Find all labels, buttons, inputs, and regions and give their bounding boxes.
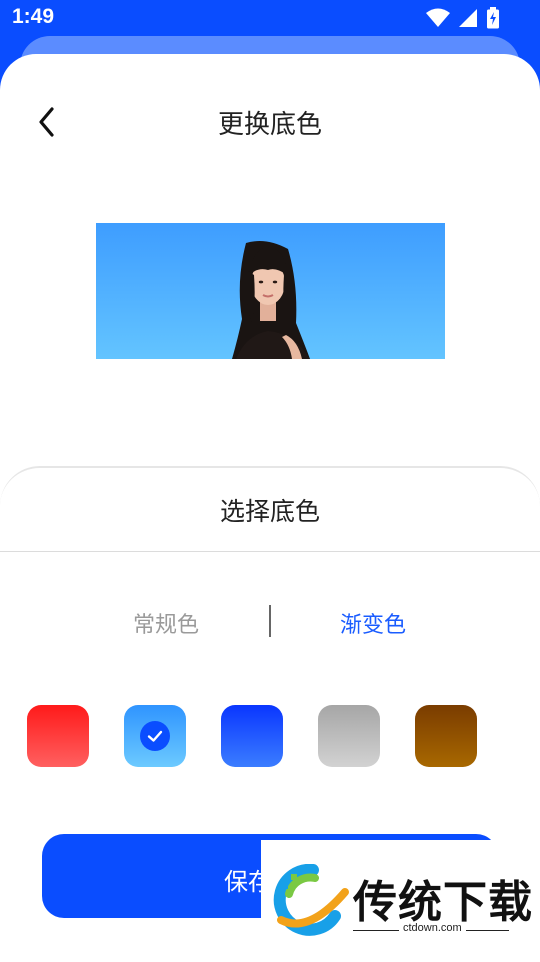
- watermark-text: 传统下载: [353, 877, 533, 928]
- signal-icon: [459, 9, 477, 27]
- selected-check-icon: [140, 721, 170, 751]
- portrait-image: [232, 241, 310, 359]
- battery-charging-icon: [487, 7, 499, 29]
- photo-preview: [96, 223, 445, 359]
- swatch-brown[interactable]: [415, 705, 477, 767]
- watermark-url: ctdown.com: [399, 922, 466, 934]
- swatch-light-blue[interactable]: [124, 705, 186, 767]
- swatch-gray[interactable]: [318, 705, 380, 767]
- wifi-icon: [426, 8, 450, 27]
- swatch-blue[interactable]: [221, 705, 283, 767]
- status-time: 1:49: [12, 5, 55, 28]
- status-bar: 1:49: [0, 0, 540, 36]
- page-title: 更换底色: [217, 110, 322, 140]
- status-icons: [426, 7, 500, 29]
- tab-regular-colors[interactable]: 常规色: [133, 607, 199, 639]
- tab-gradient-colors[interactable]: 渐变色: [340, 607, 406, 639]
- watermark-logo-icon: [273, 864, 349, 936]
- panel-title: 选择底色: [219, 497, 320, 526]
- swatch-red[interactable]: [27, 705, 89, 767]
- tab-separator: [269, 605, 271, 637]
- panel-divider: [0, 551, 540, 552]
